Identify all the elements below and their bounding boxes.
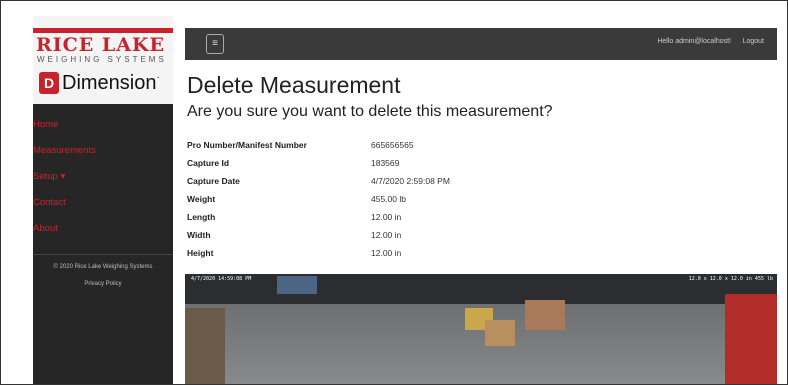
main-content: ≡ Hello admin@localhost! Logout Delete M… [173,16,787,384]
browser-frame: RICE LAKE WEIGHING SYSTEMS D Dimension· … [0,0,788,385]
product-name: Dimension· [62,72,160,94]
detail-value: 665656565 [371,140,414,150]
detail-label: Capture Date [187,176,240,186]
detail-value: 183569 [371,158,400,168]
nav-item-home[interactable]: Home [33,112,173,138]
detail-row: Capture Date 4/7/2020 2:59:08 PM [187,176,587,194]
sidebar-nav: Home Measurements Setup ▾ Contact About [33,112,173,242]
privacy-policy-link[interactable]: Privacy Policy [33,281,173,287]
hamburger-icon[interactable]: ≡ [206,34,224,54]
detail-value: 4/7/2020 2:59:08 PM [371,176,450,186]
detail-row: Capture Id 183569 [187,158,587,176]
detail-label: Length [187,212,216,222]
brand-logo: RICE LAKE [36,34,165,56]
user-greeting-link[interactable]: Hello admin@localhost! [657,38,731,45]
page-title: Delete Measurement [187,72,401,98]
brand-tagline: WEIGHING SYSTEMS [37,55,167,64]
detail-value: 455.00 lb [371,194,406,204]
nav-item-contact[interactable]: Contact [33,190,173,216]
copyright-text: © 2020 Rice Lake Weighing Systems [53,264,153,270]
camera-overlay: 12.0 x 12.0 x 12.0 in 455 lb [688,276,773,282]
detail-label: Height [187,248,214,258]
detail-label: Weight [187,194,216,204]
nav-item-measurements[interactable]: Measurements [33,138,173,164]
detail-label: Pro Number/Manifest Number [187,140,307,150]
detail-row: Weight 455.00 lb [187,194,587,212]
detail-value: 12.00 in [371,230,402,240]
capture-image: 4/7/2020 14:59:08 PM 12.0 x 12.0 x 12.0 … [185,274,777,384]
detail-label: Capture Id [187,158,230,168]
page-subtitle: Are you sure you want to delete this mea… [187,103,553,120]
logout-link[interactable]: Logout [743,38,764,45]
sidebar: RICE LAKE WEIGHING SYSTEMS D Dimension· … [33,16,173,384]
logo-area[interactable]: RICE LAKE WEIGHING SYSTEMS D Dimension· [33,16,173,104]
detail-row: Height 12.00 in [187,248,587,266]
dimension-badge-icon: D [39,72,59,94]
detail-value: 12.00 in [371,212,402,222]
detail-label: Width [187,230,211,240]
detail-row: Width 12.00 in [187,230,587,248]
detail-row: Pro Number/Manifest Number 665656565 [187,140,587,158]
brand-stripe [33,28,173,33]
camera-timestamp: 4/7/2020 14:59:08 PM [191,276,252,282]
nav-item-about[interactable]: About [33,216,173,242]
top-navbar: ≡ Hello admin@localhost! Logout [185,28,777,60]
nav-item-setup[interactable]: Setup ▾ [33,164,173,190]
detail-value: 12.00 in [371,248,402,258]
detail-row: Length 12.00 in [187,212,587,230]
sidebar-divider [33,254,173,255]
